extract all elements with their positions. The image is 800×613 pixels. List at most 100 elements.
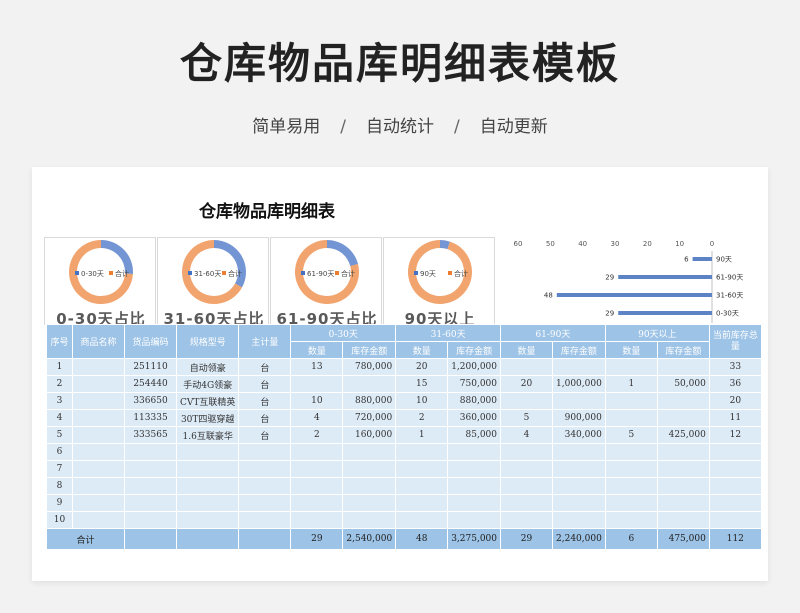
row-amount[interactable] (656, 358, 710, 376)
row-amount[interactable] (342, 477, 397, 495)
total-qty[interactable]: 6 (604, 528, 658, 550)
row-qty[interactable] (290, 494, 344, 512)
row-unit[interactable]: 台 (238, 392, 292, 410)
row-amount[interactable] (552, 392, 606, 410)
row-amount[interactable] (342, 460, 397, 478)
row-qty[interactable]: 1 (604, 375, 658, 393)
row-stock-total[interactable]: 11 (708, 409, 762, 427)
row-spec[interactable]: CVT互联精英 (175, 392, 240, 410)
row-name[interactable] (72, 392, 125, 410)
row-qty[interactable] (500, 358, 554, 376)
row-amount[interactable]: 50,000 (656, 375, 710, 393)
row-stock-total[interactable]: 33 (708, 358, 762, 376)
row-code[interactable] (124, 460, 177, 478)
row-amount[interactable] (656, 477, 710, 495)
row-spec[interactable] (175, 460, 240, 478)
row-qty[interactable]: 5 (500, 409, 554, 427)
row-amount[interactable] (447, 511, 502, 529)
row-unit[interactable] (238, 460, 292, 478)
row-qty[interactable] (604, 358, 658, 376)
row-amount[interactable]: 720,000 (342, 409, 397, 427)
row-seq[interactable]: 9 (46, 494, 73, 512)
row-code[interactable] (124, 511, 177, 529)
row-amount[interactable] (342, 494, 397, 512)
row-amount[interactable]: 780,000 (342, 358, 397, 376)
row-seq[interactable]: 4 (46, 409, 73, 427)
row-qty[interactable] (604, 392, 658, 410)
total-amount[interactable]: 2,540,000 (342, 528, 397, 550)
row-stock-total[interactable] (708, 443, 762, 461)
row-unit[interactable] (238, 443, 292, 461)
row-stock-total[interactable] (708, 477, 762, 495)
row-qty[interactable]: 20 (500, 375, 554, 393)
row-qty[interactable] (290, 375, 344, 393)
row-qty[interactable] (604, 477, 658, 495)
total-qty[interactable]: 29 (290, 528, 344, 550)
row-unit[interactable]: 台 (238, 409, 292, 427)
row-qty[interactable] (500, 477, 554, 495)
cell[interactable] (124, 528, 177, 550)
row-name[interactable] (72, 511, 125, 529)
row-unit[interactable] (238, 494, 292, 512)
row-amount[interactable]: 750,000 (447, 375, 502, 393)
row-qty[interactable]: 4 (290, 409, 344, 427)
row-qty[interactable] (290, 443, 344, 461)
row-name[interactable] (72, 409, 125, 427)
row-amount[interactable] (656, 392, 710, 410)
row-amount[interactable]: 85,000 (447, 426, 502, 444)
row-amount[interactable] (447, 477, 502, 495)
row-seq[interactable]: 8 (46, 477, 73, 495)
row-qty[interactable] (500, 460, 554, 478)
row-seq[interactable]: 1 (46, 358, 73, 376)
row-amount[interactable]: 1,000,000 (552, 375, 606, 393)
cell[interactable] (238, 528, 292, 550)
row-unit[interactable] (238, 477, 292, 495)
row-stock-total[interactable]: 20 (708, 392, 762, 410)
row-stock-total[interactable] (708, 511, 762, 529)
row-name[interactable] (72, 477, 125, 495)
row-amount[interactable] (447, 494, 502, 512)
row-amount[interactable]: 900,000 (552, 409, 606, 427)
row-qty[interactable]: 13 (290, 358, 344, 376)
total-label[interactable]: 合计 (46, 528, 125, 550)
row-qty[interactable]: 20 (395, 358, 449, 376)
row-spec[interactable]: 30T四驱穿越 (175, 409, 240, 427)
cell[interactable] (175, 528, 240, 550)
row-qty[interactable] (604, 443, 658, 461)
row-stock-total[interactable] (708, 460, 762, 478)
row-qty[interactable] (500, 443, 554, 461)
row-unit[interactable] (238, 511, 292, 529)
row-amount[interactable]: 425,000 (656, 426, 710, 444)
row-qty[interactable]: 15 (395, 375, 449, 393)
row-name[interactable] (72, 460, 125, 478)
row-amount[interactable]: 160,000 (342, 426, 397, 444)
row-code[interactable] (124, 477, 177, 495)
row-qty[interactable]: 5 (604, 426, 658, 444)
row-qty[interactable] (395, 511, 449, 529)
row-qty[interactable] (395, 443, 449, 461)
row-qty[interactable]: 4 (500, 426, 554, 444)
row-amount[interactable] (552, 443, 606, 461)
row-amount[interactable] (552, 511, 606, 529)
row-amount[interactable]: 880,000 (342, 392, 397, 410)
row-unit[interactable]: 台 (238, 375, 292, 393)
row-unit[interactable]: 台 (238, 358, 292, 376)
row-seq[interactable]: 5 (46, 426, 73, 444)
row-qty[interactable] (395, 494, 449, 512)
row-code[interactable]: 113335 (124, 409, 177, 427)
row-amount[interactable] (656, 409, 710, 427)
row-amount[interactable] (552, 494, 606, 512)
row-qty[interactable] (604, 409, 658, 427)
row-qty[interactable] (395, 460, 449, 478)
row-qty[interactable]: 2 (395, 409, 449, 427)
row-amount[interactable]: 1,200,000 (447, 358, 502, 376)
row-stock-total[interactable] (708, 494, 762, 512)
row-name[interactable] (72, 494, 125, 512)
row-unit[interactable]: 台 (238, 426, 292, 444)
row-qty[interactable]: 2 (290, 426, 344, 444)
row-spec[interactable] (175, 511, 240, 529)
row-qty[interactable] (500, 494, 554, 512)
row-amount[interactable] (552, 477, 606, 495)
row-spec[interactable]: 自动领豪 (175, 358, 240, 376)
row-amount[interactable]: 360,000 (447, 409, 502, 427)
